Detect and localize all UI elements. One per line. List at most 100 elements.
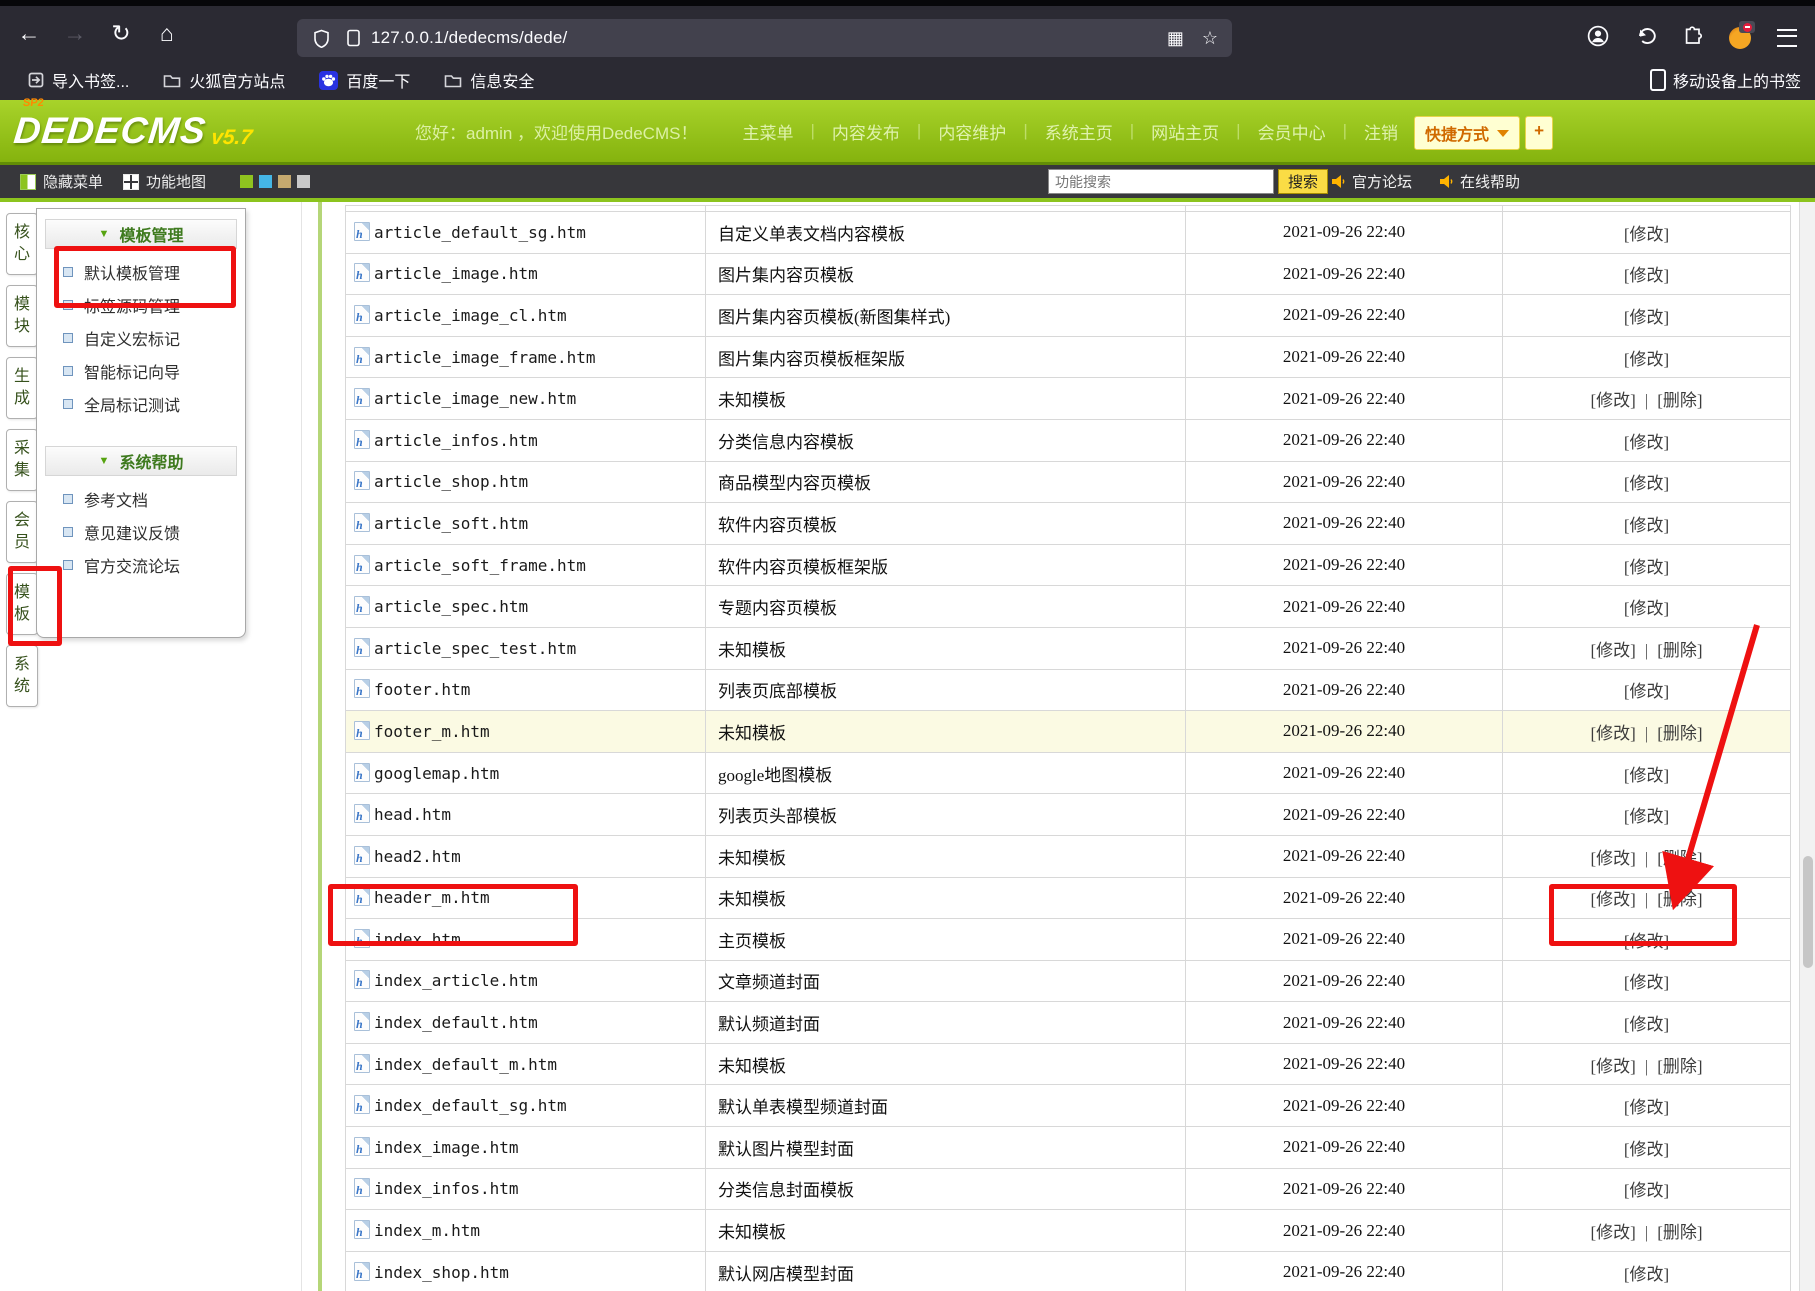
modify-link[interactable]: [修改]	[1590, 1223, 1635, 1242]
official-forum-link[interactable]: 官方论坛	[1332, 171, 1412, 192]
menu-publish[interactable]: 内容发布	[815, 119, 917, 144]
modify-link[interactable]: [修改]	[1624, 266, 1669, 285]
menu-hamburger-icon[interactable]	[1777, 29, 1797, 47]
delete-link[interactable]: [删除]	[1657, 890, 1702, 909]
delete-link[interactable]: [删除]	[1657, 849, 1702, 868]
modify-link[interactable]: [修改]	[1624, 682, 1669, 701]
modify-link[interactable]: [修改]	[1590, 641, 1635, 660]
menu-system-home[interactable]: 系统主页	[1028, 119, 1130, 144]
extension-fox-icon[interactable]	[1729, 27, 1751, 49]
home-button[interactable]: ⌂	[150, 16, 184, 50]
url-text[interactable]: 127.0.0.1/dedecms/dede/	[371, 28, 1149, 48]
modify-link[interactable]: [修改]	[1590, 724, 1635, 743]
delete-link[interactable]: [删除]	[1657, 641, 1702, 660]
sidebar-item-default-template[interactable]: 默认模板管理	[37, 255, 245, 288]
scrollbar-thumb[interactable]	[1803, 856, 1813, 968]
sidebar-tab-collect[interactable]: 采集	[6, 429, 38, 491]
modify-link[interactable]: [修改]	[1624, 558, 1669, 577]
operations-cell: [修改]	[1503, 1085, 1791, 1127]
modify-link[interactable]: [修改]	[1590, 890, 1635, 909]
bookmark-baidu[interactable]: 百度一下	[313, 64, 416, 96]
sidebar-item-feedback[interactable]: 意见建议反馈	[37, 515, 245, 548]
sidebar-tab-template[interactable]: 模板	[6, 573, 38, 635]
operations-cell: [修改]|[删除]	[1503, 877, 1791, 919]
bookmark-infosec[interactable]: 信息安全	[438, 64, 540, 96]
theme-color-squares[interactable]	[240, 175, 310, 188]
section-system-help[interactable]: ▼系统帮助	[45, 446, 237, 476]
modify-link[interactable]: [修改]	[1624, 932, 1669, 951]
bookmark-star-icon[interactable]: ☆	[1202, 28, 1218, 49]
shortcut-button[interactable]: 快捷方式	[1414, 116, 1520, 150]
modify-link[interactable]: [修改]	[1624, 516, 1669, 535]
account-icon[interactable]	[1587, 25, 1609, 52]
menu-main[interactable]: 主菜单	[725, 119, 810, 144]
sidebar-tab-system[interactable]: 系统	[6, 645, 38, 707]
reload-button[interactable]: ↻	[104, 16, 138, 50]
sidebar-item-custom-macro[interactable]: 自定义宏标记	[37, 321, 245, 354]
forward-button[interactable]: →	[58, 16, 92, 50]
sidebar-item-tag-source[interactable]: 标签源码管理	[37, 288, 245, 321]
modify-link[interactable]: [修改]	[1624, 474, 1669, 493]
bookmark-firefox-site[interactable]: 火狐官方站点	[157, 64, 291, 96]
delete-link[interactable]: [删除]	[1657, 1057, 1702, 1076]
modify-link[interactable]: [修改]	[1624, 1181, 1669, 1200]
theme-color-square[interactable]	[297, 175, 310, 188]
template-file-cell: index_default.htm	[346, 1002, 706, 1044]
sidebar-item-global-tag-test[interactable]: 全局标记测试	[37, 387, 245, 420]
modify-link[interactable]: [修改]	[1624, 766, 1669, 785]
modify-link[interactable]: [修改]	[1624, 308, 1669, 327]
sidebar-tab-generate[interactable]: 生成	[6, 357, 38, 419]
bookmark-import[interactable]: 导入书签...	[22, 64, 135, 96]
content-scrollbar[interactable]	[1799, 202, 1815, 1291]
search-input[interactable]	[1048, 169, 1274, 194]
function-map-button[interactable]: 功能地图	[123, 171, 206, 192]
modify-link[interactable]: [修改]	[1624, 1098, 1669, 1117]
template-date: 2021-09-26 22:40	[1186, 544, 1503, 586]
qr-translate-icon[interactable]: ▦	[1167, 28, 1184, 49]
modify-link[interactable]: [修改]	[1624, 1265, 1669, 1284]
delete-link[interactable]: [删除]	[1657, 1223, 1702, 1242]
modify-link[interactable]: [修改]	[1590, 1057, 1635, 1076]
delete-link[interactable]: [删除]	[1657, 724, 1702, 743]
modify-link[interactable]: [修改]	[1590, 391, 1635, 410]
modify-link[interactable]: [修改]	[1624, 225, 1669, 244]
operations-cell: [修改]|[删除]	[1503, 1043, 1791, 1085]
page-info-icon[interactable]	[346, 29, 361, 47]
modify-link[interactable]: [修改]	[1590, 849, 1635, 868]
theme-color-square[interactable]	[278, 175, 291, 188]
sidebar-item-reference-docs[interactable]: 参考文档	[37, 482, 245, 515]
undo-history-icon[interactable]	[1635, 26, 1657, 51]
modify-link[interactable]: [修改]	[1624, 973, 1669, 992]
modify-link[interactable]: [修改]	[1624, 599, 1669, 618]
sidebar-tab-core[interactable]: 核心	[6, 213, 38, 275]
delete-link[interactable]: [删除]	[1657, 391, 1702, 410]
section-template-management[interactable]: ▼模板管理	[45, 219, 237, 249]
template-file-cell: article_image_new.htm	[346, 378, 706, 420]
table-row: index_article.htm文章频道封面2021-09-26 22:40[…	[346, 960, 1791, 1002]
menu-member-center[interactable]: 会员中心	[1241, 119, 1343, 144]
back-button[interactable]: ←	[12, 16, 46, 50]
menu-logout[interactable]: 注销	[1347, 119, 1415, 144]
menu-site-home[interactable]: 网站主页	[1134, 119, 1236, 144]
sidebar-item-smart-tag-wizard[interactable]: 智能标记向导	[37, 354, 245, 387]
sidebar-tab-module[interactable]: 模块	[6, 285, 38, 347]
mobile-bookmarks[interactable]: 移动设备上的书签	[1650, 68, 1801, 92]
hide-menu-button[interactable]: 隐藏菜单	[20, 171, 103, 192]
modify-link[interactable]: [修改]	[1624, 350, 1669, 369]
add-shortcut-button[interactable]: +	[1525, 116, 1553, 150]
sidebar-item-official-forum[interactable]: 官方交流论坛	[37, 548, 245, 581]
modify-link[interactable]: [修改]	[1624, 1015, 1669, 1034]
theme-color-square[interactable]	[259, 175, 272, 188]
online-help-link[interactable]: 在线帮助	[1440, 171, 1520, 192]
modify-link[interactable]: [修改]	[1624, 807, 1669, 826]
menu-maintain[interactable]: 内容维护	[921, 119, 1023, 144]
search-button[interactable]: 搜索	[1278, 169, 1328, 194]
extensions-puzzle-icon[interactable]	[1683, 26, 1703, 51]
frame-divider	[318, 202, 322, 1291]
url-bar[interactable]: 127.0.0.1/dedecms/dede/ ▦ ☆	[297, 19, 1232, 57]
sidebar-tab-member[interactable]: 会员	[6, 501, 38, 563]
modify-link[interactable]: [修改]	[1624, 433, 1669, 452]
theme-color-square[interactable]	[240, 175, 253, 188]
modify-link[interactable]: [修改]	[1624, 1140, 1669, 1159]
shield-icon[interactable]	[313, 29, 330, 48]
